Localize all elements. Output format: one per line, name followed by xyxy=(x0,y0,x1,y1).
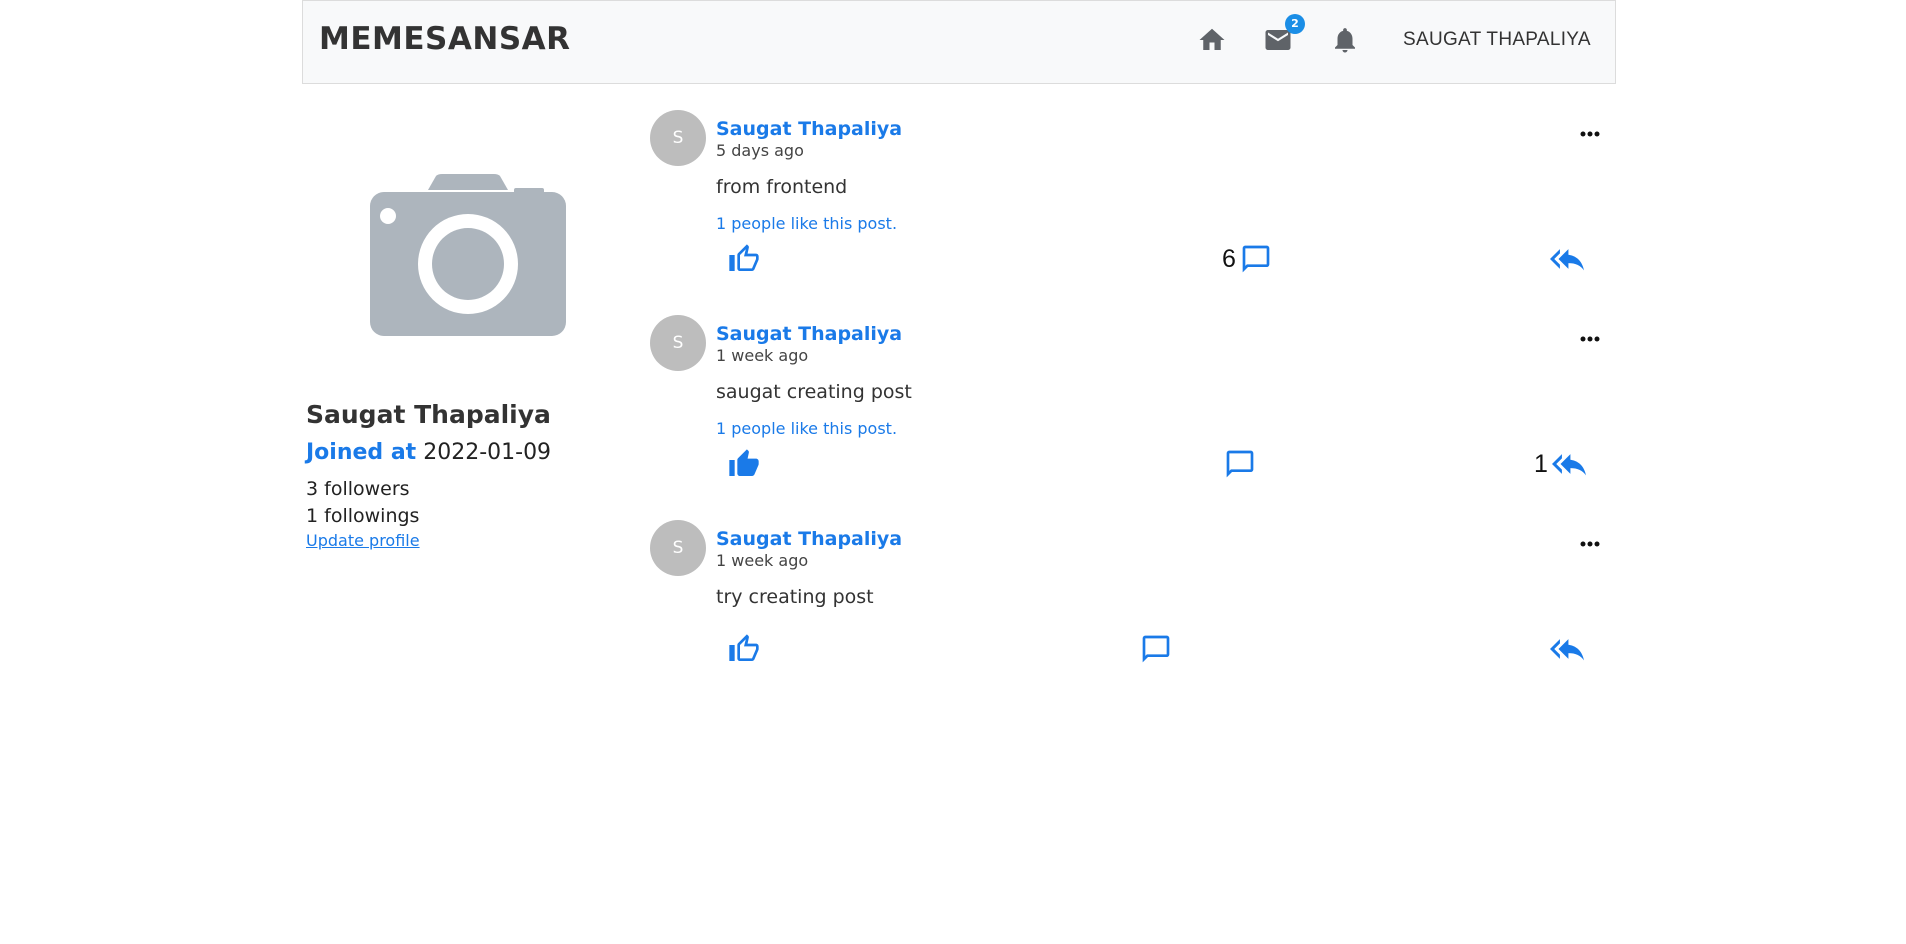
reply-all-icon xyxy=(1550,249,1584,271)
mail-badge: 2 xyxy=(1285,14,1305,34)
comment-icon xyxy=(1142,635,1170,663)
share-button[interactable] xyxy=(1550,632,1584,666)
more-options-icon[interactable] xyxy=(1580,534,1600,547)
post-card: S Saugat Thapaliya 1 week ago saugat cre… xyxy=(650,315,1600,515)
camera-icon xyxy=(370,174,566,336)
post-time: 1 week ago xyxy=(716,346,809,365)
post-author[interactable]: Saugat Thapaliya xyxy=(716,323,902,345)
avatar[interactable]: S xyxy=(650,315,706,371)
thumbs-up-filled-icon xyxy=(729,449,759,476)
likes-summary[interactable]: 1 people like this post. xyxy=(716,419,897,438)
avatar[interactable]: S xyxy=(650,110,706,166)
followings-count[interactable]: 1 followings xyxy=(306,505,419,527)
joined-date: 2022-01-09 xyxy=(423,440,552,465)
comment-icon xyxy=(1242,245,1270,273)
more-options-icon[interactable] xyxy=(1580,329,1600,342)
post-time: 5 days ago xyxy=(716,141,804,160)
avatar[interactable]: S xyxy=(650,520,706,576)
reply-all-icon xyxy=(1550,639,1584,661)
post-content: from frontend xyxy=(716,176,848,198)
thumbs-up-outline-icon xyxy=(729,634,759,661)
more-options-icon[interactable] xyxy=(1580,124,1600,137)
comment-button[interactable] xyxy=(1140,632,1172,666)
share-button[interactable] xyxy=(1550,242,1584,276)
followers-count[interactable]: 3 followers xyxy=(306,478,410,500)
post-author[interactable]: Saugat Thapaliya xyxy=(716,118,902,140)
reply-all-icon xyxy=(1551,454,1586,476)
update-profile-link[interactable]: Update profile xyxy=(306,531,420,550)
post-card: S Saugat Thapaliya 5 days ago from front… xyxy=(650,110,1600,310)
comment-button[interactable]: 6 xyxy=(1222,242,1272,276)
share-count: 1 xyxy=(1534,449,1548,478)
likes-summary[interactable]: 1 people like this post. xyxy=(716,214,897,233)
page-container: MEMESANSAR 2 SAUGAT THAPALIYA Saugat Tha… xyxy=(302,0,1616,944)
like-button[interactable] xyxy=(728,632,760,666)
post-time: 1 week ago xyxy=(716,551,809,570)
post-author[interactable]: Saugat Thapaliya xyxy=(716,528,902,550)
comment-button[interactable] xyxy=(1220,447,1256,481)
thumbs-up-outline-icon xyxy=(729,244,759,271)
post-content: saugat creating post xyxy=(716,381,912,403)
post-card: S Saugat Thapaliya 1 week ago try creati… xyxy=(650,520,1600,720)
navbar: MEMESANSAR 2 SAUGAT THAPALIYA xyxy=(302,0,1616,84)
share-button[interactable]: 1 xyxy=(1534,447,1586,481)
like-button[interactable] xyxy=(728,447,760,481)
bell-icon[interactable] xyxy=(1330,25,1360,55)
brand-logo[interactable]: MEMESANSAR xyxy=(319,21,571,57)
like-button[interactable] xyxy=(728,242,760,276)
home-icon[interactable] xyxy=(1197,25,1227,55)
joined-label: Joined at xyxy=(306,440,417,465)
profile-name: Saugat Thapaliya xyxy=(306,400,551,429)
comment-count: 6 xyxy=(1222,244,1236,273)
joined-info: Joined at 2022-01-09 xyxy=(306,440,551,465)
post-content: try creating post xyxy=(716,586,874,608)
nav-user-name[interactable]: SAUGAT THAPALIYA xyxy=(1403,29,1591,51)
comment-icon xyxy=(1226,450,1254,478)
